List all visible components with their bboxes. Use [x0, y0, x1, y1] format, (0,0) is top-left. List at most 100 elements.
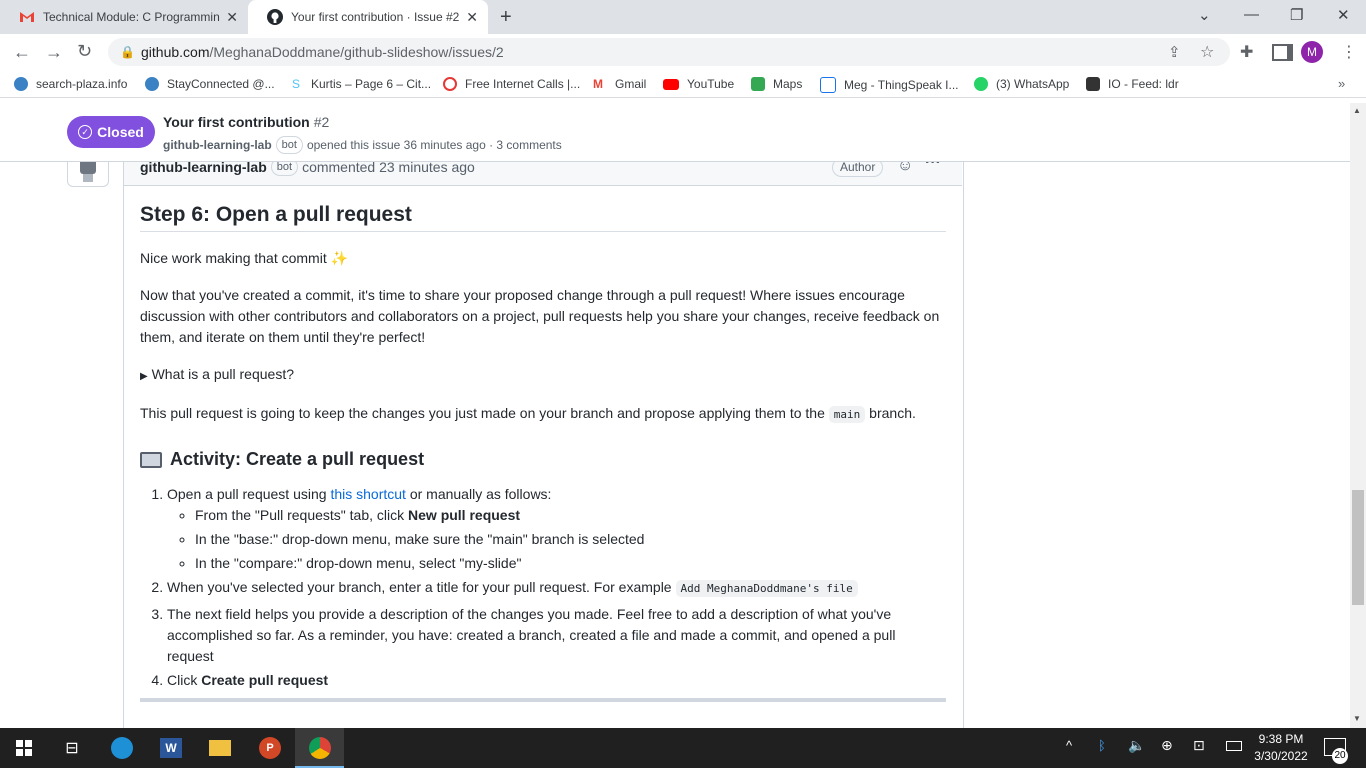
- issue-title-text: Your first contribution: [163, 114, 310, 130]
- bookmark-star-icon[interactable]: ☆: [1200, 42, 1214, 62]
- bookmark-item[interactable]: M Gmail: [593, 77, 646, 91]
- side-panel-icon[interactable]: [1272, 44, 1293, 61]
- bookmark-label: IO - Feed: ldr: [1108, 77, 1179, 91]
- back-icon[interactable]: ←: [13, 42, 31, 63]
- close-tab-icon[interactable]: ✕: [466, 9, 478, 26]
- divider: [140, 698, 946, 702]
- new-tab-button[interactable]: +: [500, 6, 512, 29]
- issue-author-link[interactable]: github-learning-lab: [163, 138, 272, 152]
- bookmark-item[interactable]: Free Internet Calls |...: [443, 77, 580, 91]
- bookmark-item[interactable]: IO - Feed: ldr: [1086, 77, 1179, 91]
- inline-code: Add MeghanaDoddmane's file: [675, 580, 858, 597]
- powerpoint-icon[interactable]: P: [257, 735, 283, 761]
- description-paragraph: Now that you've created a commit, it's t…: [140, 287, 940, 345]
- reload-icon[interactable]: ↻: [77, 41, 92, 62]
- issue-title: Your first contribution #2: [163, 114, 329, 130]
- extensions-icon[interactable]: ✚: [1240, 42, 1253, 62]
- word-icon[interactable]: W: [158, 735, 184, 761]
- browser-tab-gmail[interactable]: Technical Module: C Programmin ✕: [0, 0, 248, 34]
- screen-capture-icon[interactable]: ⊡: [1193, 737, 1205, 754]
- bookmark-item[interactable]: Maps: [751, 77, 802, 91]
- menu-icon[interactable]: ⋮: [1341, 42, 1357, 62]
- restore-button[interactable]: ❐: [1290, 6, 1303, 24]
- bookmark-item[interactable]: search-plaza.info: [14, 77, 127, 91]
- windows-start-icon[interactable]: [11, 735, 37, 761]
- steps-list: Open a pull request using this shortcut …: [140, 484, 946, 691]
- bookmark-item[interactable]: YouTube: [663, 77, 734, 91]
- minimize-button[interactable]: —: [1244, 6, 1259, 23]
- step-text: From the "Pull requests" tab, click: [195, 507, 405, 523]
- bookmark-label: StayConnected @...: [167, 77, 275, 91]
- bookmark-label: YouTube: [687, 77, 735, 91]
- gmail-icon: M: [593, 77, 603, 91]
- sub-steps-list: From the "Pull requests" tab, click New …: [167, 505, 946, 574]
- closed-check-icon: ✓: [78, 125, 93, 139]
- step-text: Open a pull request using: [167, 486, 327, 502]
- notification-count-badge: 20: [1332, 748, 1348, 764]
- list-item: Open a pull request using this shortcut …: [167, 484, 946, 574]
- sparkles-icon: ✨: [330, 250, 349, 266]
- shortcut-link[interactable]: this shortcut: [330, 486, 405, 502]
- youtube-icon: [663, 78, 679, 90]
- system-clock[interactable]: 9:38 PM 3/30/2022: [1250, 731, 1312, 765]
- forward-icon[interactable]: →: [45, 42, 63, 63]
- target-icon: [443, 77, 457, 91]
- scroll-down-icon[interactable]: ▼: [1353, 714, 1361, 723]
- scroll-up-icon[interactable]: ▲: [1353, 106, 1361, 115]
- branch-text-end: branch.: [869, 405, 916, 421]
- activity-title: Activity: Create a pull request: [170, 449, 425, 469]
- profile-avatar[interactable]: M: [1301, 41, 1323, 63]
- status-label: Closed: [97, 124, 144, 140]
- step-heading: Step 6: Open a pull request: [140, 204, 946, 232]
- globe-icon: [145, 77, 159, 91]
- share-icon[interactable]: ⇪: [1168, 43, 1181, 61]
- file-explorer-icon[interactable]: [207, 735, 233, 761]
- clock-date: 3/30/2022: [1254, 749, 1308, 763]
- details-label: What is a pull request?: [151, 366, 294, 382]
- scrollbar-thumb[interactable]: [1352, 490, 1364, 605]
- bluetooth-icon[interactable]: ᛒ: [1098, 738, 1106, 753]
- more-bookmarks-icon[interactable]: »: [1338, 76, 1345, 91]
- details-summary[interactable]: ▶ What is a pull request?: [140, 364, 946, 387]
- bot-badge: bot: [275, 136, 303, 154]
- task-view-icon[interactable]: ⊟: [59, 735, 85, 761]
- bookmark-label: Gmail: [615, 77, 647, 91]
- tab-title: Your first contribution · Issue #2: [291, 10, 460, 24]
- intro-paragraph: Nice work making that commit ✨: [140, 248, 946, 269]
- volume-icon[interactable]: 🔈: [1128, 737, 1145, 754]
- network-icon[interactable]: ⊕: [1161, 737, 1173, 754]
- intro-text: Nice work making that commit: [140, 250, 327, 266]
- issue-meta: github-learning-lab bot opened this issu…: [163, 136, 562, 154]
- tab-title: Technical Module: C Programmin: [43, 10, 220, 24]
- bookmark-item[interactable]: (3) WhatsApp: [974, 77, 1069, 91]
- url-host: github.com: [141, 44, 210, 60]
- bookmark-item[interactable]: StayConnected @...: [145, 77, 275, 91]
- close-window-button[interactable]: ✕: [1337, 6, 1350, 24]
- step-bold: Create pull request: [201, 672, 329, 688]
- bookmark-label: Meg - ThingSpeak I...: [844, 78, 959, 92]
- chat-icon: [820, 77, 836, 93]
- scrollbar[interactable]: [1350, 103, 1366, 728]
- keyboard-icon: [140, 451, 162, 468]
- tray-chevron-icon[interactable]: ^: [1066, 738, 1072, 753]
- edge-icon[interactable]: [109, 735, 135, 761]
- list-item: In the "compare:" drop-down menu, select…: [195, 553, 946, 574]
- chrome-icon[interactable]: [307, 735, 333, 761]
- bookmark-label: search-plaza.info: [36, 77, 128, 91]
- github-icon: [267, 9, 283, 25]
- bookmark-label: (3) WhatsApp: [996, 77, 1070, 91]
- battery-icon[interactable]: [1226, 741, 1242, 751]
- bookmark-item[interactable]: S Kurtis – Page 6 – Cit...: [289, 77, 431, 91]
- list-item: When you've selected your branch, enter …: [167, 577, 946, 599]
- comment-body: Step 6: Open a pull request Nice work ma…: [140, 186, 946, 691]
- url-text[interactable]: github.com/MeghanaDoddmane/github-slides…: [141, 44, 504, 60]
- close-tab-icon[interactable]: ✕: [226, 9, 238, 26]
- site-s-icon: S: [291, 77, 300, 91]
- list-item: In the "base:" drop-down menu, make sure…: [195, 529, 946, 550]
- bookmark-item[interactable]: Meg - ThingSpeak I...: [820, 77, 959, 93]
- tab-search-icon[interactable]: ⌄: [1198, 6, 1211, 24]
- list-item: From the "Pull requests" tab, click New …: [195, 505, 946, 526]
- lock-icon[interactable]: 🔒: [120, 45, 135, 59]
- browser-tab-github[interactable]: Your first contribution · Issue #2 ✕: [248, 0, 488, 34]
- list-item: Click Create pull request: [167, 670, 946, 691]
